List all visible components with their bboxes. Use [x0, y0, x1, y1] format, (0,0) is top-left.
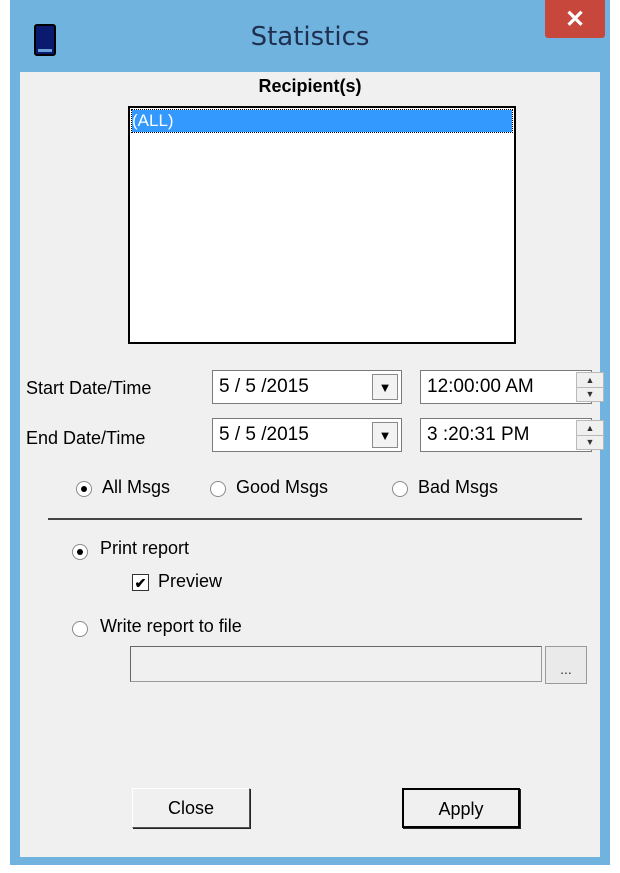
- window-title: Statistics: [250, 22, 370, 52]
- write-file-label[interactable]: Write report to file: [100, 616, 242, 637]
- end-time-value: 3 :20:31 PM: [427, 424, 530, 445]
- bad-msgs-label[interactable]: Bad Msgs: [418, 477, 498, 498]
- recipients-heading: Recipient(s): [258, 76, 362, 96]
- spin-up-icon[interactable]: ▲: [577, 421, 603, 436]
- preview-checkbox[interactable]: ✔: [132, 574, 149, 591]
- print-report-radio[interactable]: [72, 544, 88, 560]
- dialog-body: Recipient(s) (ALL) Start Date/Time 5 / 5…: [20, 72, 604, 857]
- start-time-field[interactable]: 12:00:00 AM: [420, 370, 592, 404]
- section-divider: [48, 518, 582, 520]
- print-report-label[interactable]: Print report: [100, 538, 189, 559]
- recipient-item-all[interactable]: (ALL): [131, 109, 513, 133]
- start-datetime-label: Start Date/Time: [26, 378, 152, 398]
- end-date-dropdown-icon[interactable]: ▼: [372, 422, 398, 448]
- apply-button[interactable]: Apply: [402, 788, 520, 828]
- write-file-radio[interactable]: [72, 621, 88, 637]
- close-button[interactable]: Close: [132, 788, 250, 828]
- spin-down-icon[interactable]: ▼: [577, 435, 603, 449]
- good-msgs-radio[interactable]: [210, 481, 226, 497]
- end-time-spinner-icon[interactable]: ▲ ▼: [576, 420, 604, 450]
- good-msgs-label[interactable]: Good Msgs: [236, 477, 328, 498]
- end-datetime-label: End Date/Time: [26, 428, 146, 448]
- start-date-value: 5 / 5 /2015: [219, 376, 309, 397]
- all-msgs-label[interactable]: All Msgs: [102, 477, 170, 498]
- statistics-dialog: Statistics ✕ Recipient(s) (ALL) Start Da…: [10, 0, 610, 865]
- spin-up-icon[interactable]: ▲: [577, 373, 603, 388]
- preview-label[interactable]: Preview: [158, 571, 222, 592]
- bad-msgs-radio[interactable]: [392, 481, 408, 497]
- end-date-value: 5 / 5 /2015: [219, 424, 309, 445]
- start-time-value: 12:00:00 AM: [427, 376, 534, 397]
- start-time-spinner-icon[interactable]: ▲ ▼: [576, 372, 604, 402]
- start-date-dropdown-icon[interactable]: ▼: [372, 374, 398, 400]
- all-msgs-radio[interactable]: [76, 481, 92, 497]
- file-path-input[interactable]: [130, 646, 542, 682]
- end-time-field[interactable]: 3 :20:31 PM: [420, 418, 592, 452]
- spin-down-icon[interactable]: ▼: [577, 387, 603, 401]
- title-bar[interactable]: Statistics ✕: [10, 0, 610, 72]
- recipients-listbox[interactable]: (ALL): [128, 106, 516, 344]
- close-window-button[interactable]: ✕: [545, 0, 605, 38]
- browse-button[interactable]: ...: [545, 646, 587, 684]
